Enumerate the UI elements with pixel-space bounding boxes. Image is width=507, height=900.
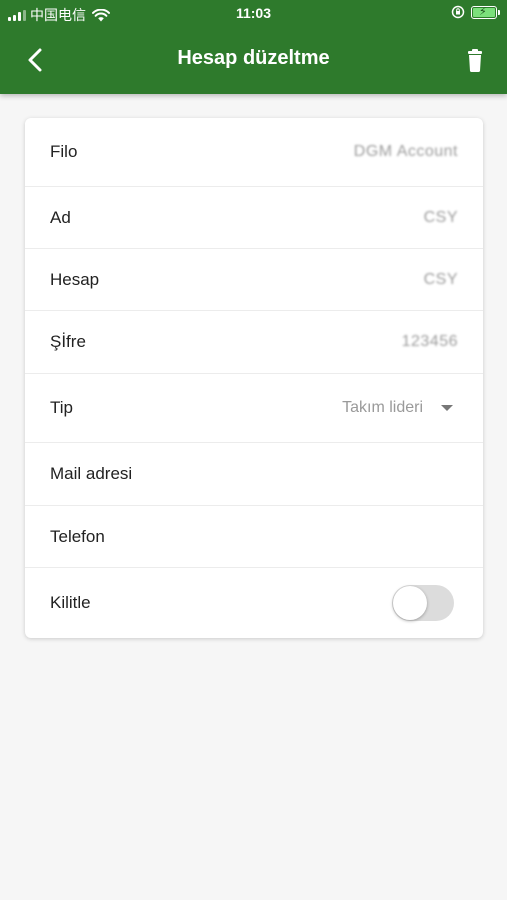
lock-toggle[interactable] — [392, 585, 454, 621]
form-row-fleet[interactable]: Filo DGM Account — [25, 118, 483, 187]
account-input[interactable]: CSY — [424, 271, 458, 289]
delete-button[interactable] — [459, 44, 491, 76]
nav-bar: Hesap düzeltme — [0, 28, 507, 94]
account-form-card: Filo DGM Account Ad CSY Hesap CSY Şİfre … — [25, 118, 483, 638]
trash-icon — [468, 49, 482, 73]
lock-label: Kilitle — [50, 593, 91, 612]
form-row-type[interactable]: Tip Takım lideri — [25, 374, 483, 443]
type-select-value: Takım lideri — [342, 399, 423, 416]
page-title: Hesap düzeltme — [177, 47, 330, 69]
status-time: 11:03 — [235, 5, 272, 21]
name-input[interactable]: CSY — [424, 209, 458, 227]
status-bar: 中国电信 11:03 ⚡ — [0, 0, 507, 28]
battery-icon: ⚡ — [471, 5, 500, 19]
password-label: Şİfre — [50, 332, 86, 351]
phone-label: Telefon — [50, 526, 105, 546]
password-input[interactable]: 123456 — [402, 333, 458, 351]
toggle-knob — [393, 586, 427, 620]
form-row-account[interactable]: Hesap CSY — [25, 249, 483, 311]
fleet-value[interactable]: DGM Account — [354, 143, 458, 161]
form-row-password[interactable]: Şİfre 123456 — [25, 311, 483, 374]
form-row-email[interactable]: Mail adresi — [25, 443, 483, 506]
email-label: Mail adresi — [50, 464, 133, 483]
form-row-name[interactable]: Ad CSY — [25, 187, 483, 249]
orientation-lock-icon — [451, 5, 465, 19]
name-label: Ad — [50, 207, 71, 227]
account-label: Hesap — [50, 269, 100, 289]
form-row-lock: Kilitle — [25, 568, 483, 638]
chevron-down-icon — [441, 405, 453, 411]
form-row-phone[interactable]: Telefon — [25, 506, 483, 568]
app-header: 中国电信 11:03 ⚡ Hesap düzeltme — [0, 0, 507, 94]
type-label: Tip — [50, 398, 73, 417]
status-right: ⚡ — [451, 5, 500, 19]
type-select[interactable]: Takım lideri — [342, 399, 453, 417]
fleet-label: Filo — [50, 142, 78, 161]
